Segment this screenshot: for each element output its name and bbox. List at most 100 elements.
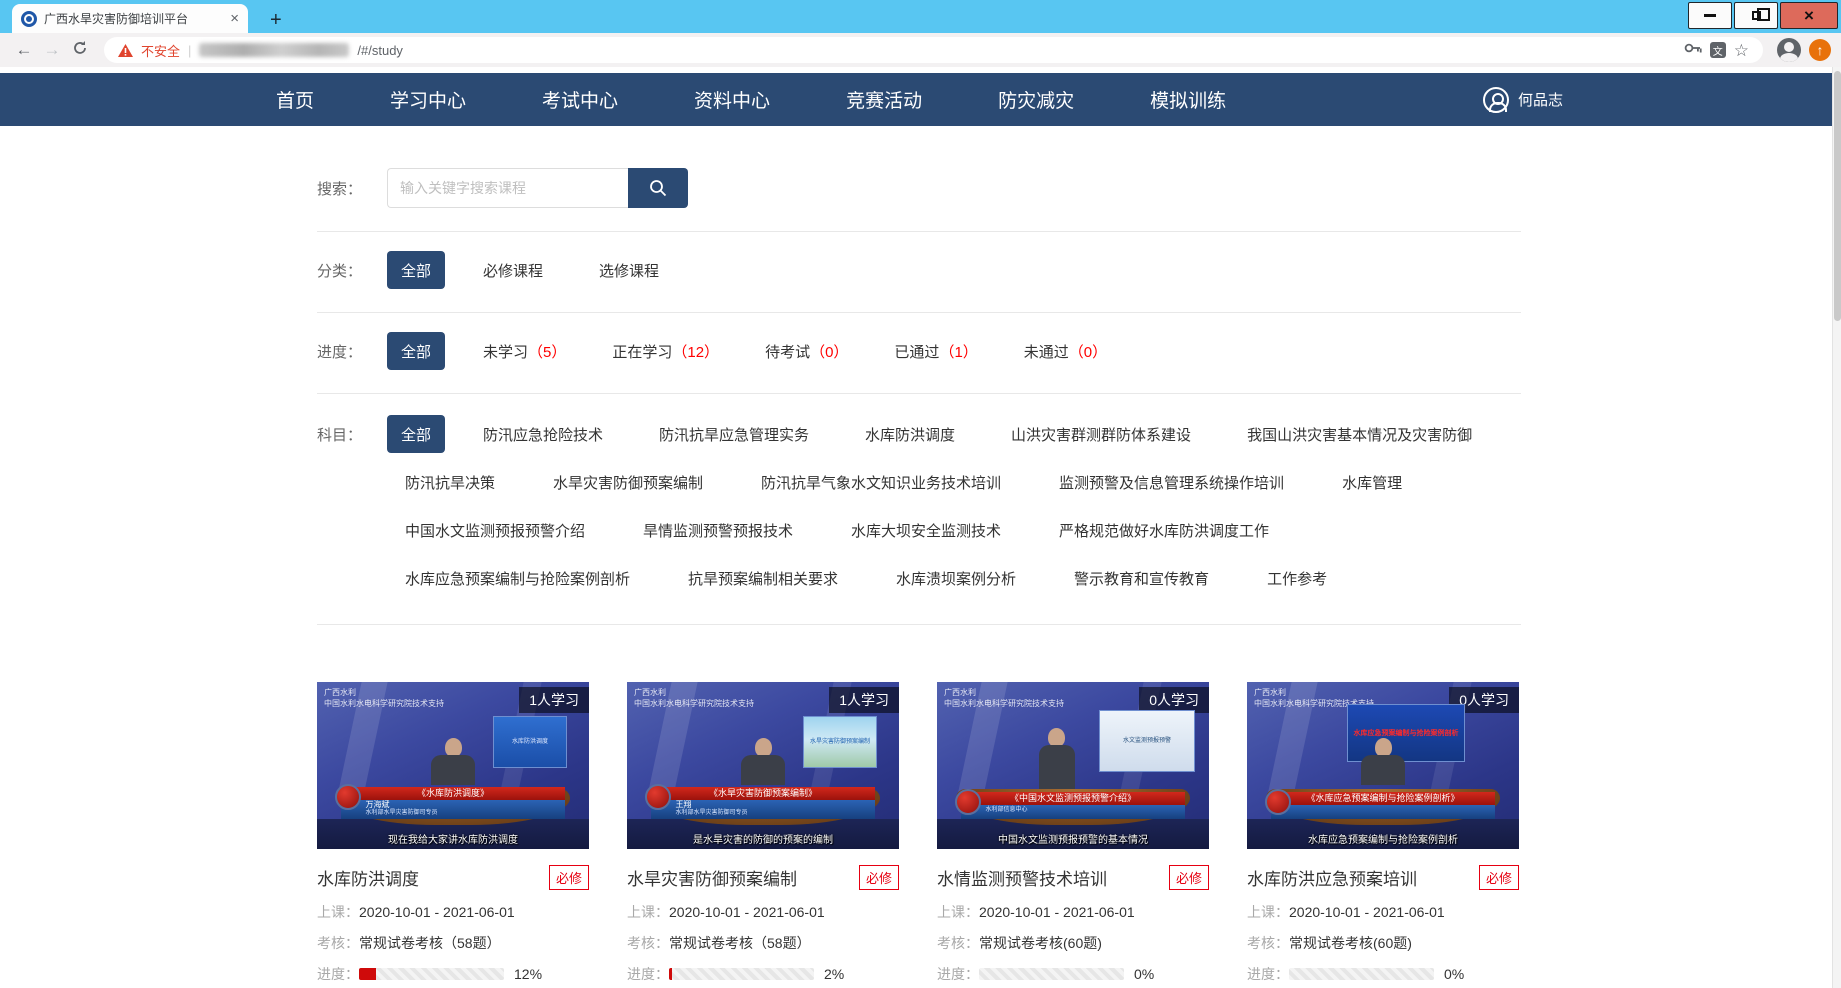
category-label: 分类： [317, 260, 387, 281]
subject-tag[interactable]: 防汛抗旱应急管理实务 [659, 424, 809, 445]
learner-count-badge: 1人学习 [519, 687, 589, 713]
nav-item-material-center[interactable]: 资料中心 [694, 86, 770, 113]
course-thumbnail[interactable]: 广西水利中国水利水电科学研究院技术支持 0人学习 水库应急预案编制与抢险案例剖析… [1247, 682, 1519, 849]
progress-bar [979, 968, 1124, 980]
course-thumbnail[interactable]: 广西水利中国水利水电科学研究院技术支持 0人学习 水文监测预报预警 《中国水文监… [937, 682, 1209, 849]
content-area: 搜索： 分类： 全部 必修课程 选修课程 进度： 全部 未学习（5） 正在学习（… [317, 168, 1521, 983]
subject-tag[interactable]: 工作参考 [1267, 568, 1327, 589]
search-icon [648, 178, 668, 198]
search-button[interactable] [628, 168, 688, 208]
subtitle-caption: 是水旱灾害的防御的预案的编制 [627, 831, 899, 846]
subject-tag[interactable]: 严格规范做好水库防洪调度工作 [1059, 520, 1269, 541]
user-menu[interactable]: 何品志 [1483, 87, 1563, 113]
subject-tag[interactable]: 山洪灾害群测群防体系建设 [1011, 424, 1191, 445]
subject-tag[interactable]: 我国山洪灾害基本情况及灾害防御 [1247, 424, 1472, 445]
class-time-value: 2020-10-01 - 2021-06-01 [359, 904, 515, 920]
profile-avatar-icon[interactable] [1777, 38, 1801, 62]
page-scrollbar[interactable] [1832, 67, 1841, 988]
window-close-button[interactable]: × [1780, 2, 1838, 29]
subject-tag[interactable]: 水库管理 [1342, 472, 1402, 493]
back-button[interactable]: ← [10, 40, 38, 60]
subject-tag[interactable]: 防汛抗旱气象水文知识业务技术培训 [761, 472, 1001, 493]
bookmark-star-icon[interactable]: ☆ [1734, 42, 1749, 59]
subject-tag[interactable]: 中国水文监测预报预警介绍 [405, 520, 585, 541]
course-title[interactable]: 水旱灾害防御预案编制 [627, 865, 797, 890]
progress-bar [1289, 968, 1434, 980]
course-thumbnail[interactable]: 广西水利中国水利水电科学研究院技术支持 1人学习 水库防洪调度 《水库防洪调度》… [317, 682, 589, 849]
course-title[interactable]: 水情监测预警技术培训 [937, 865, 1107, 890]
subject-tag[interactable]: 防汛抗旱决策 [405, 472, 495, 493]
translate-icon[interactable]: 文 [1710, 42, 1726, 58]
course-thumbnail[interactable]: 广西水利中国水利水电科学研究院技术支持 1人学习 水旱灾害防御预案编制 《水旱灾… [627, 682, 899, 849]
window-minimize-button[interactable] [1688, 2, 1732, 29]
scrollbar-thumb[interactable] [1834, 71, 1841, 321]
progress-option-passed[interactable]: 已通过（1） [894, 341, 977, 362]
exam-value: 常规试卷考核(60题) [1289, 933, 1412, 953]
category-filter-row: 分类： 全部 必修课程 选修课程 [317, 232, 1521, 312]
subject-tag[interactable]: 水库溃坝案例分析 [896, 568, 1016, 589]
progress-row-label: 进度： [1247, 964, 1289, 984]
progress-bar [359, 968, 504, 980]
page-body: 首页 学习中心 考试中心 资料中心 竞赛活动 防灾减灾 模拟训练 何品志 搜索：… [0, 67, 1841, 988]
subject-tag[interactable]: 旱情监测预警预报技术 [643, 520, 793, 541]
user-name: 何品志 [1518, 89, 1563, 110]
subject-tag[interactable]: 防汛应急抢险技术 [483, 424, 603, 445]
url-bar[interactable]: 不安全 | /#/study 文 ☆ [104, 37, 1763, 63]
progress-all-button[interactable]: 全部 [387, 332, 445, 370]
url-separator: | [188, 43, 191, 58]
browser-update-icon[interactable]: ↑ [1809, 39, 1831, 61]
tab-close-icon[interactable]: × [230, 11, 239, 26]
window-restore-button[interactable] [1734, 2, 1778, 29]
search-label: 搜索： [317, 178, 387, 199]
reload-button[interactable] [66, 40, 94, 61]
subject-tag[interactable]: 水库应急预案编制与抢险案例剖析 [405, 568, 630, 589]
nav-item-competition[interactable]: 竞赛活动 [846, 86, 922, 113]
course-title[interactable]: 水库防洪应急预案培训 [1247, 865, 1417, 890]
new-tab-button[interactable]: + [262, 7, 290, 33]
presenter-figure [1039, 728, 1075, 797]
nav-item-study-center[interactable]: 学习中心 [390, 86, 466, 113]
subject-tag[interactable]: 水库大坝安全监测技术 [851, 520, 1001, 541]
url-host-redacted [199, 43, 349, 57]
progress-fill [359, 968, 376, 980]
search-input[interactable] [387, 168, 628, 208]
progress-row-label: 进度： [937, 964, 979, 984]
browser-toolbar: ← → 不安全 | /#/study 文 ☆ ↑ [0, 33, 1841, 67]
subtitle-caption: 中国水文监测预报预警的基本情况 [937, 831, 1209, 846]
category-all-button[interactable]: 全部 [387, 251, 445, 289]
studio-screen: 水文监测预报预警 [1099, 710, 1195, 772]
presenter-figure [1361, 738, 1405, 785]
presenter-figure [431, 738, 475, 785]
progress-option-awaiting-exam[interactable]: 待考试（0） [765, 341, 848, 362]
class-time-label: 上课： [317, 902, 359, 922]
nav-item-home[interactable]: 首页 [276, 86, 314, 113]
subject-tag[interactable]: 水库防洪调度 [865, 424, 955, 445]
subject-tag[interactable]: 监测预警及信息管理系统操作培训 [1059, 472, 1284, 493]
progress-option-failed[interactable]: 未通过（0） [1024, 341, 1107, 362]
progress-percent: 2% [824, 966, 844, 982]
course-title[interactable]: 水库防洪调度 [317, 865, 419, 890]
course-card: 广西水利中国水利水电科学研究院技术支持 0人学习 水文监测预报预警 《中国水文监… [937, 682, 1209, 983]
password-key-icon[interactable] [1684, 41, 1702, 60]
progress-option-not-started[interactable]: 未学习（5） [483, 341, 566, 362]
lower-third-banner: 《水旱灾害防御预案编制》 王翔水利部水旱灾害防御司专员 [651, 787, 874, 819]
subject-tag[interactable]: 警示教育和宣传教育 [1074, 568, 1209, 589]
progress-filter-row: 进度： 全部 未学习（5） 正在学习（12） 待考试（0） 已通过（1） 未通过… [317, 313, 1521, 393]
category-option-elective[interactable]: 选修课程 [599, 260, 659, 281]
category-option-required[interactable]: 必修课程 [483, 260, 543, 281]
nav-item-simulation[interactable]: 模拟训练 [1150, 86, 1226, 113]
nav-item-disaster-reduction[interactable]: 防灾减灾 [998, 86, 1074, 113]
nav-item-exam-center[interactable]: 考试中心 [542, 86, 618, 113]
exam-label: 考核： [317, 933, 359, 953]
browser-tab[interactable]: 广西水旱灾害防御培训平台 × [12, 4, 248, 33]
search-row: 搜索： [317, 168, 1521, 208]
progress-option-in-progress[interactable]: 正在学习（12） [612, 341, 719, 362]
window-controls: × [1688, 2, 1838, 29]
subject-tag[interactable]: 抗旱预案编制相关要求 [688, 568, 838, 589]
progress-fill [669, 968, 672, 980]
studio-screen: 水库防洪调度 [493, 716, 567, 768]
progress-percent: 0% [1134, 966, 1154, 982]
subject-tag[interactable]: 水旱灾害防御预案编制 [553, 472, 703, 493]
subject-label: 科目： [317, 424, 387, 445]
subject-all-button[interactable]: 全部 [387, 415, 445, 453]
